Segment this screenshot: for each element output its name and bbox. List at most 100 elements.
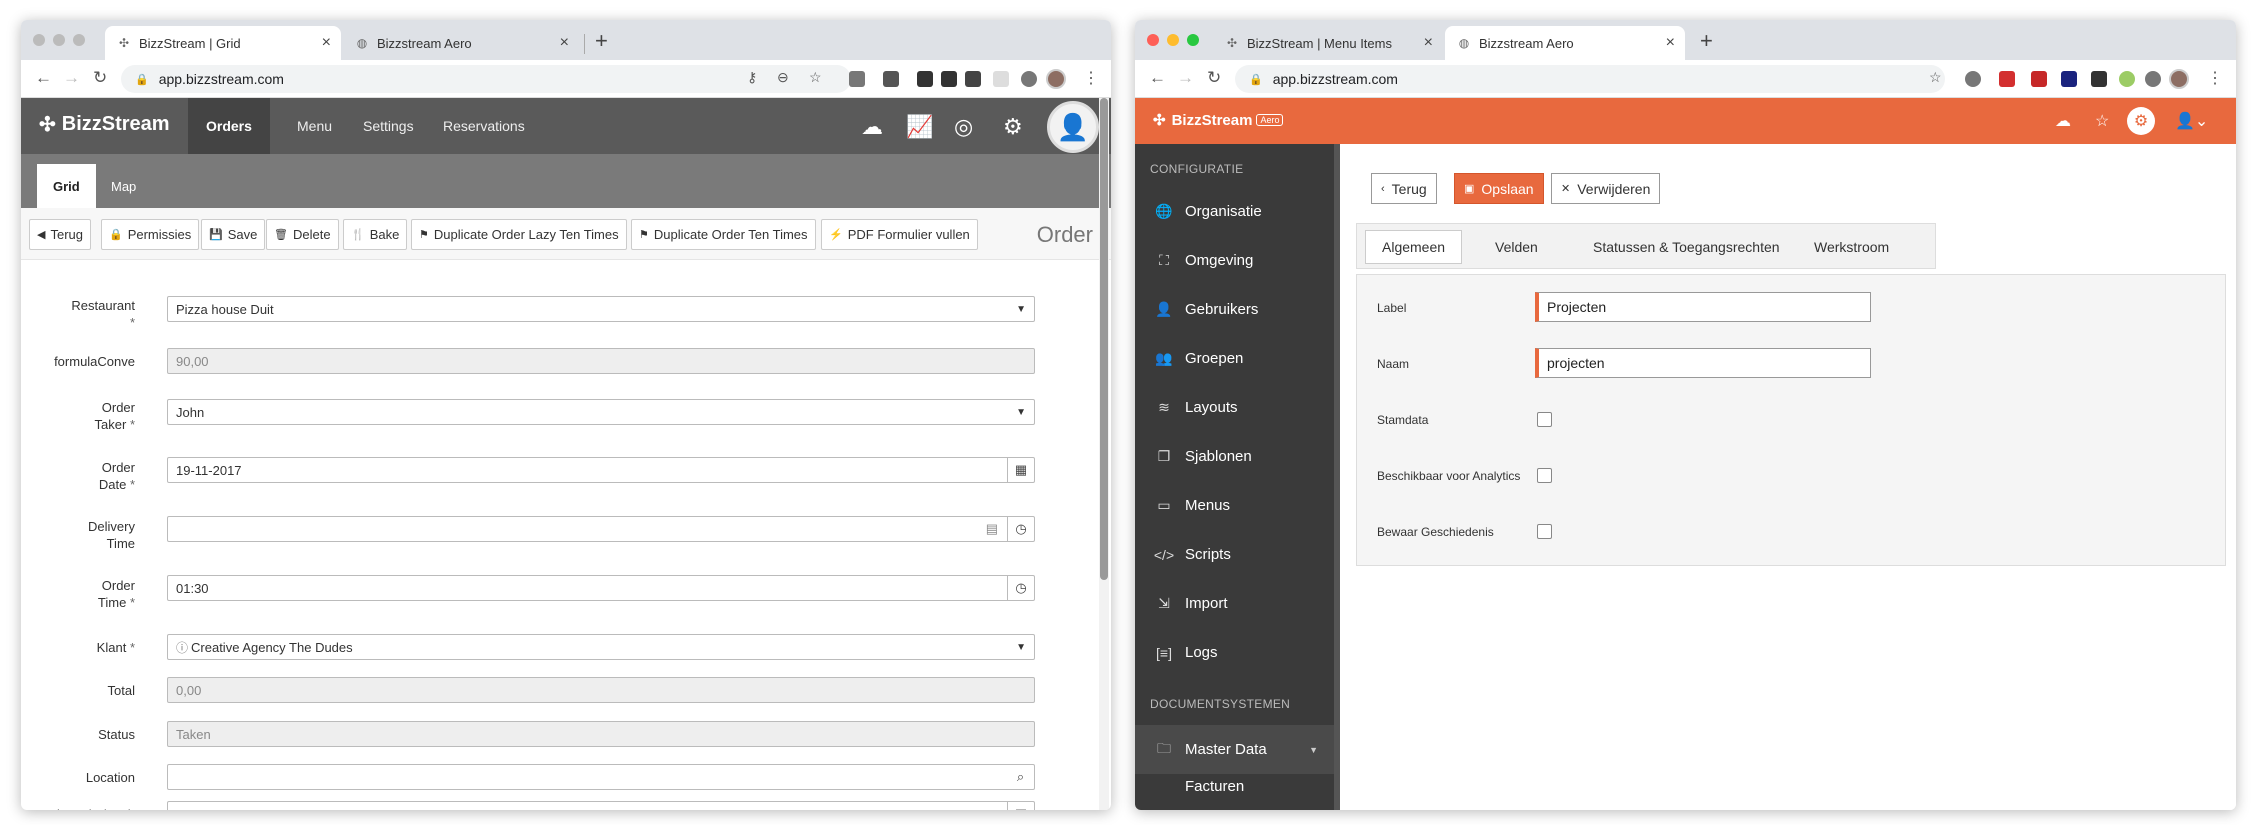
nav-orders[interactable]: Orders: [188, 98, 270, 154]
search-icon[interactable]: ⌕: [1007, 765, 1034, 789]
close-tab-icon[interactable]: ×: [322, 34, 331, 52]
extension-icon[interactable]: [2091, 71, 2107, 87]
duplicate-ten-button[interactable]: ⚑ Duplicate Order Ten Times: [631, 219, 816, 250]
zoom-icon[interactable]: ⊖: [777, 69, 789, 86]
browser-menu-icon[interactable]: ⋮: [2207, 68, 2223, 88]
tab-werkstroom[interactable]: Werkstroom: [1798, 230, 1905, 264]
bookmark-star-icon[interactable]: ☆: [809, 69, 822, 86]
reload-icon[interactable]: ↻: [1207, 68, 1221, 88]
permissions-button[interactable]: 🔒 Permissies: [101, 219, 200, 250]
back-button[interactable]: ◀ Terug: [29, 219, 91, 250]
zoom-window-button[interactable]: [1187, 34, 1199, 46]
back-arrow-icon[interactable]: ←: [1149, 68, 1166, 88]
new-tab-button[interactable]: +: [595, 28, 608, 54]
order-taker-select[interactable]: John ▼: [167, 399, 1035, 425]
extension-icon[interactable]: [1021, 71, 1037, 87]
delivery-time-field[interactable]: ▤ ◷: [167, 516, 1035, 542]
klant-select[interactable]: ⓘ Creative Agency The Dudes ▼: [167, 634, 1035, 660]
close-window-button[interactable]: [1147, 34, 1159, 46]
extension-icon[interactable]: [993, 71, 1009, 87]
delete-button[interactable]: ✕ Verwijderen: [1551, 173, 1661, 204]
geschiedenis-checkbox[interactable]: [1537, 524, 1552, 539]
tab-grid[interactable]: Grid: [37, 164, 96, 208]
chart-icon[interactable]: 📈: [906, 114, 933, 140]
sidebar-item-scripts[interactable]: </> Scripts: [1135, 530, 1334, 579]
gear-icon[interactable]: ⚙: [1003, 114, 1023, 140]
sidebar-item-facturen[interactable]: Facturen: [1135, 774, 1334, 804]
sidebar-item-menus[interactable]: ▭ Menus: [1135, 481, 1334, 530]
back-button[interactable]: ‹ Terug: [1371, 173, 1437, 204]
extension-icon[interactable]: [2119, 71, 2135, 87]
save-button[interactable]: 💾 Save: [201, 219, 266, 250]
browser-menu-icon[interactable]: ⋮: [1083, 68, 1099, 88]
minimize-window-button[interactable]: [1167, 34, 1179, 46]
sidebar-item-omgeving[interactable]: ⛶ Omgeving: [1135, 236, 1334, 285]
tab-algemeen[interactable]: Algemeen: [1365, 230, 1463, 264]
sidebar-item-gebruikers[interactable]: 👤 Gebruikers: [1135, 285, 1334, 334]
extension-icon[interactable]: [965, 71, 981, 87]
browser-tab-aero[interactable]: ◍ Bizzstream Aero ×: [1445, 26, 1685, 60]
extension-icon[interactable]: [883, 71, 899, 87]
forward-arrow-icon[interactable]: →: [1177, 68, 1194, 88]
sidebar-item-sjablonen[interactable]: ❐ Sjablonen: [1135, 432, 1334, 481]
browser-tab-menu-items[interactable]: ✣ BizzStream | Menu Items ×: [1213, 26, 1443, 60]
clock-icon[interactable]: ◷: [1007, 517, 1034, 541]
minimize-window-button[interactable]: [53, 34, 65, 46]
tab-statussen[interactable]: Statussen & Toegangsrechten: [1577, 230, 1796, 264]
nav-reservations[interactable]: Reservations: [425, 98, 543, 154]
adblock-extension-icon[interactable]: [1965, 71, 1981, 87]
user-avatar[interactable]: 👤: [1047, 101, 1099, 153]
adblock-extension-icon[interactable]: [849, 71, 865, 87]
new-tab-button[interactable]: +: [1700, 28, 1713, 54]
restaurant-select[interactable]: Pizza house Duit ▼: [167, 296, 1035, 322]
close-window-button[interactable]: [33, 34, 45, 46]
nav-settings[interactable]: Settings: [345, 98, 432, 154]
close-tab-icon[interactable]: ×: [1666, 34, 1675, 52]
profile-avatar[interactable]: [1046, 69, 1066, 89]
label-input[interactable]: Projecten: [1535, 292, 1871, 322]
sidebar-item-groepen[interactable]: 👥 Groepen: [1135, 334, 1334, 383]
duplicate-lazy-button[interactable]: ⚑ Duplicate Order Lazy Ten Times: [411, 219, 627, 250]
dateinit-field[interactable]: 17-11-2017 ▦: [167, 801, 1035, 810]
extension-icon[interactable]: [2031, 71, 2047, 87]
url-bar[interactable]: 🔒 app.bizzstream.com: [121, 65, 851, 93]
key-icon[interactable]: ⚷: [747, 69, 757, 86]
cloud-icon[interactable]: ☁: [2055, 111, 2071, 131]
user-menu-icon[interactable]: 👤⌄: [2175, 111, 2208, 131]
extension-icon[interactable]: [917, 71, 933, 87]
reload-icon[interactable]: ↻: [93, 68, 107, 88]
bookmark-star-icon[interactable]: ☆: [1929, 69, 1942, 86]
star-icon[interactable]: ☆: [2095, 111, 2109, 131]
cloud-upload-icon[interactable]: ☁: [861, 114, 883, 140]
stamdata-checkbox[interactable]: [1537, 412, 1552, 427]
calendar-icon[interactable]: ▦: [1007, 802, 1034, 810]
scrollbar-thumb[interactable]: [1100, 98, 1108, 580]
close-tab-icon[interactable]: ×: [560, 34, 569, 52]
sidebar-item-import[interactable]: ⇲ Import: [1135, 579, 1334, 628]
bizzstream-aero-logo[interactable]: ✣ BizzStream Aero: [1153, 111, 1284, 129]
extension-icon[interactable]: [2145, 71, 2161, 87]
order-time-field[interactable]: 01:30 ◷: [167, 575, 1035, 601]
page-scrollbar[interactable]: [1099, 98, 1109, 810]
browser-tab-aero[interactable]: ◍ Bizzstream Aero ×: [343, 26, 579, 60]
close-tab-icon[interactable]: ×: [1424, 34, 1433, 52]
analytics-checkbox[interactable]: [1537, 468, 1552, 483]
extension-icon[interactable]: [2061, 71, 2077, 87]
delete-button[interactable]: 🗑 Delete: [266, 219, 339, 250]
url-bar[interactable]: 🔒 app.bizzstream.com: [1235, 65, 1945, 93]
sidebar-item-layouts[interactable]: ≋ Layouts: [1135, 383, 1334, 432]
pdf-fill-button[interactable]: ⚡ PDF Formulier vullen: [821, 219, 978, 250]
nav-menu[interactable]: Menu: [279, 98, 350, 154]
support-icon[interactable]: ◎: [954, 114, 973, 140]
sidebar-item-organisatie[interactable]: 🌐 Organisatie: [1135, 187, 1334, 236]
gear-icon[interactable]: ⚙: [2127, 107, 2155, 135]
location-field[interactable]: ⌕: [167, 764, 1035, 790]
order-date-field[interactable]: 19-11-2017 ▦: [167, 457, 1035, 483]
back-arrow-icon[interactable]: ←: [35, 68, 52, 88]
sidebar-item-master-data[interactable]: 🗀 Master Data ▼: [1135, 725, 1334, 774]
zoom-window-button[interactable]: [73, 34, 85, 46]
forward-arrow-icon[interactable]: →: [63, 68, 80, 88]
sidebar-item-logs[interactable]: [≡] Logs: [1135, 628, 1334, 677]
extension-icon[interactable]: [1999, 71, 2015, 87]
naam-input[interactable]: projecten: [1535, 348, 1871, 378]
